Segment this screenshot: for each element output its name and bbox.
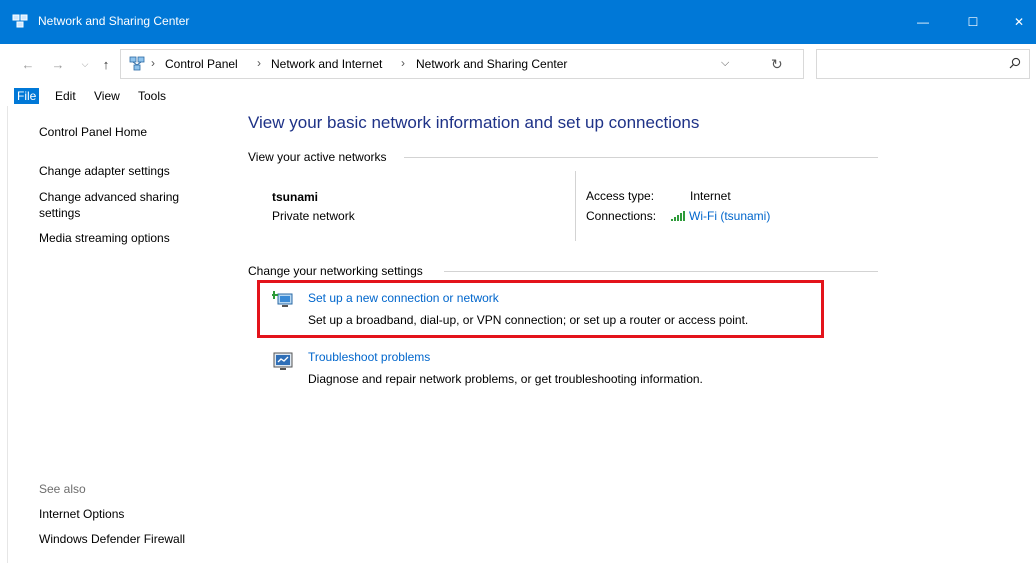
refresh-icon[interactable]: ↻ [771,56,787,73]
connections-label: Connections: [586,209,657,223]
menu-file[interactable]: File [14,88,40,104]
page-title: View your basic network information and … [248,113,700,132]
access-type-value: Internet [690,189,731,203]
sidebar-item-control-panel-home[interactable]: Control Panel Home [39,124,147,140]
sidebar-item-change-adapter-settings[interactable]: Change adapter settings [39,163,170,179]
see-also-windows-firewall[interactable]: Windows Defender Firewall [39,531,185,547]
network-center-icon [129,56,145,71]
minimize-icon: — [917,15,929,29]
window-title: Network and Sharing Center [38,14,190,28]
see-also-label: See also [39,482,86,496]
network-type: Private network [272,209,355,223]
sidebar-divider [7,106,8,563]
back-button[interactable]: ← [20,54,36,74]
close-icon: ✕ [1013,15,1025,29]
network-info-divider [575,171,576,241]
address-row: ← → ⌵ ↑ › Control Panel › Network and In… [0,44,1036,84]
sidebar: Control Panel Home Change adapter settin… [0,106,230,563]
troubleshoot-icon [273,352,293,370]
address-bar[interactable]: › Control Panel › Network and Internet ›… [120,49,804,79]
see-also-internet-options[interactable]: Internet Options [39,506,124,522]
search-input[interactable] [816,49,1030,79]
title-bar: Network and Sharing Center — ☐ ✕ [0,0,1036,44]
wifi-signal-icon [671,211,685,221]
breadcrumb-control-panel[interactable]: Control Panel [165,57,238,71]
breadcrumb-network-sharing-center[interactable]: Network and Sharing Center [416,57,567,71]
network-name: tsunami [272,190,319,204]
up-arrow-icon: ↑ [102,56,110,72]
menu-bar: File Edit View Tools [0,84,1036,106]
networking-settings-heading: Change your networking settings [248,264,423,278]
maximize-icon: ☐ [967,15,979,29]
menu-tools[interactable]: Tools [135,88,169,104]
chevron-down-icon: ⌵ [81,58,89,69]
troubleshoot-description: Diagnose and repair network problems, or… [308,372,703,386]
highlight-box [257,280,824,338]
active-networks-heading: View your active networks [248,150,387,164]
recent-locations-button[interactable]: ⌵ [80,54,90,74]
close-button[interactable]: ✕ [996,0,1036,44]
address-dropdown-icon[interactable]: ⌵ [721,57,737,70]
wifi-connection-link[interactable]: Wi-Fi (tsunami) [689,209,770,223]
menu-view[interactable]: View [91,88,123,104]
search-icon [1009,57,1021,69]
network-center-icon [12,14,28,28]
up-button[interactable]: ↑ [98,54,114,74]
menu-edit[interactable]: Edit [52,88,79,104]
breadcrumb-separator: › [151,56,155,70]
forward-button[interactable]: → [50,54,66,74]
troubleshoot-link[interactable]: Troubleshoot problems [308,350,430,364]
access-type-label: Access type: [586,189,655,203]
breadcrumb-network-and-internet[interactable]: Network and Internet [271,57,382,71]
minimize-button[interactable]: — [900,0,946,44]
section-divider [404,157,878,158]
section-divider [444,271,878,272]
sidebar-item-media-streaming[interactable]: Media streaming options [39,230,170,246]
maximize-button[interactable]: ☐ [950,0,996,44]
breadcrumb-separator: › [401,56,405,70]
breadcrumb-separator: › [257,56,261,70]
sidebar-item-change-advanced-sharing[interactable]: Change advanced sharing settings [39,189,209,221]
back-arrow-icon: ← [21,56,35,72]
forward-arrow-icon: → [51,56,65,72]
